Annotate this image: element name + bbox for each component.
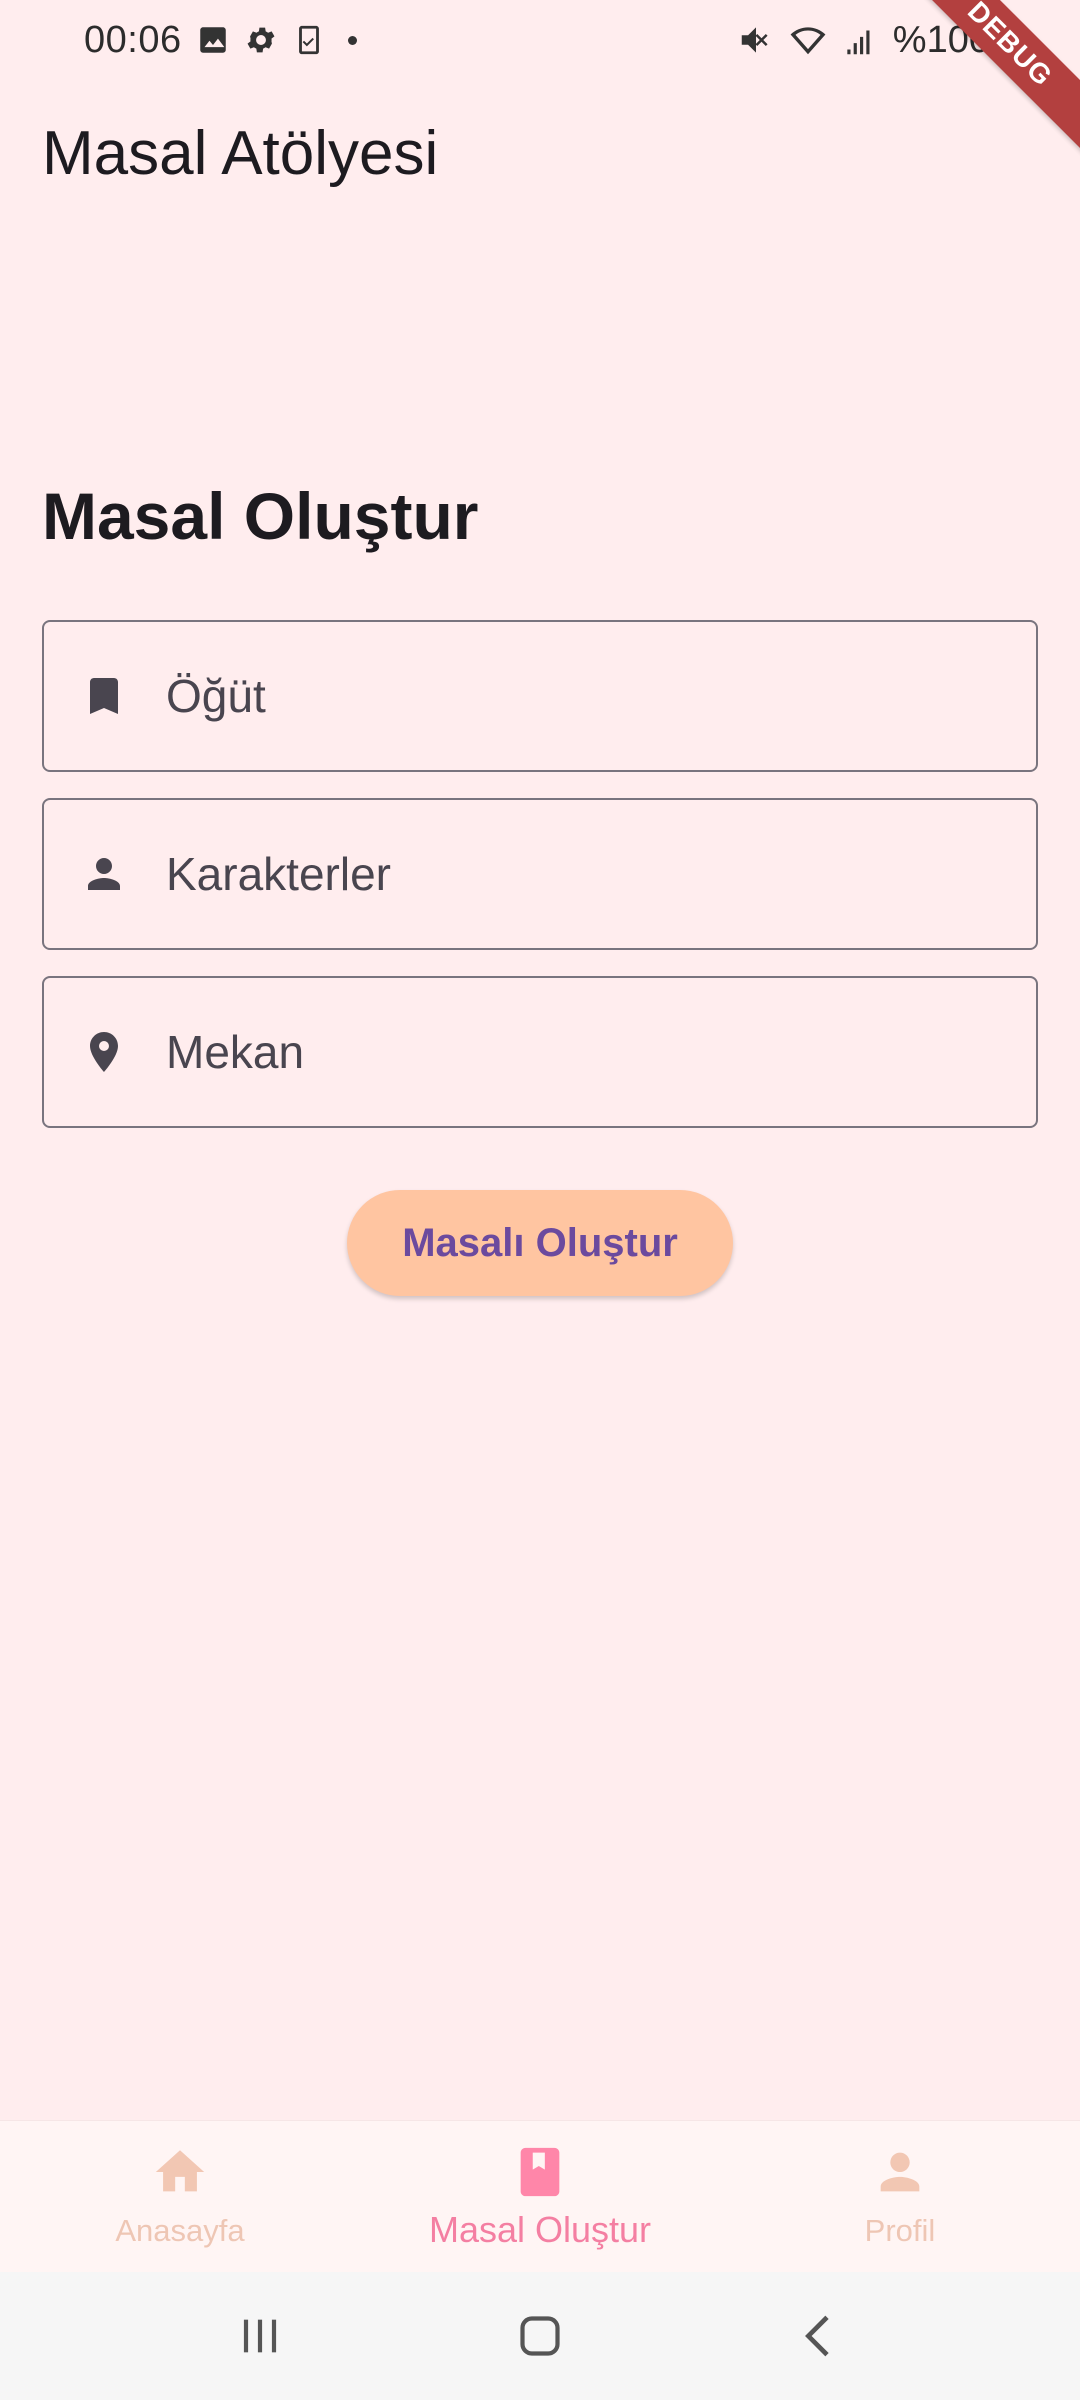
book-icon	[511, 2143, 569, 2201]
home-square-icon	[520, 2316, 560, 2356]
page-heading: Masal Oluştur	[42, 479, 479, 553]
person-icon	[80, 850, 128, 898]
location-pin-icon	[80, 1028, 128, 1076]
back-button[interactable]	[780, 2296, 860, 2376]
home-icon	[151, 2143, 209, 2201]
back-chevron-icon	[805, 2315, 829, 2357]
notification-dot	[347, 35, 357, 45]
place-input[interactable]	[166, 1025, 986, 1079]
signal-icon	[847, 30, 870, 55]
status-bar: 00:06 %100	[0, 0, 1080, 80]
mute-icon	[741, 27, 768, 53]
bottom-nav: Anasayfa Masal Oluştur Profil	[0, 2120, 1080, 2272]
characters-input[interactable]	[166, 847, 986, 901]
moral-input[interactable]	[166, 669, 986, 723]
place-field[interactable]	[42, 976, 1038, 1128]
wifi-icon	[790, 27, 826, 55]
nav-item-home[interactable]: Anasayfa	[0, 2121, 360, 2272]
recent-apps-icon	[243, 2319, 277, 2353]
nav-label-create-story: Masal Oluştur	[428, 2209, 652, 2250]
create-story-button[interactable]: Masalı Oluştur	[347, 1190, 733, 1296]
recent-apps-button[interactable]	[220, 2296, 300, 2376]
characters-field[interactable]	[42, 798, 1038, 950]
home-button[interactable]	[500, 2296, 580, 2376]
nav-label-profile: Profil	[864, 2213, 936, 2248]
gear-icon	[244, 23, 278, 57]
nav-label-home: Anasayfa	[115, 2213, 245, 2248]
bookmark-icon	[80, 672, 128, 720]
status-time: 00:06	[84, 18, 182, 61]
nav-item-create-story[interactable]: Masal Oluştur	[360, 2121, 720, 2272]
system-nav-bar	[0, 2272, 1080, 2400]
app-title: Masal Atölyesi	[42, 119, 439, 188]
status-left: 00:06	[84, 19, 357, 62]
nav-item-profile[interactable]: Profil	[720, 2121, 1080, 2272]
person-icon	[871, 2143, 929, 2201]
image-icon	[196, 23, 230, 57]
moral-field[interactable]	[42, 620, 1038, 772]
clipboard-check-icon	[292, 23, 326, 57]
